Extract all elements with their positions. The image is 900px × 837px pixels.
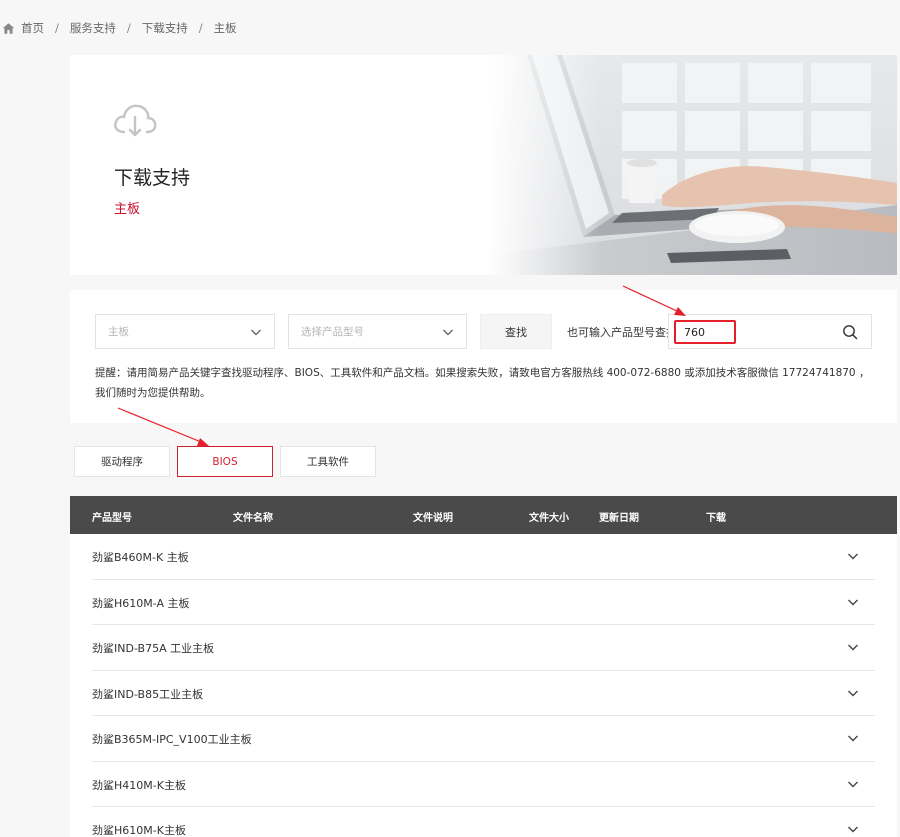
product-name: 劲鲨IND-B75A 工业主板: [92, 642, 215, 655]
chevron-down-icon[interactable]: [847, 687, 859, 699]
model-search-input[interactable]: 760: [674, 320, 736, 344]
category-select-value: 主板: [108, 326, 129, 338]
product-name: 劲鲨H410M-K主板: [92, 778, 186, 792]
breadcrumb-separator: /: [126, 21, 131, 35]
header-file-size: 文件大小: [529, 513, 569, 524]
chevron-down-icon[interactable]: [847, 732, 859, 744]
model-search-label: 也可输入产品型号查找: [567, 326, 677, 339]
laptop-typing-photo: [487, 55, 897, 275]
chevron-down-icon[interactable]: [847, 641, 859, 653]
table-row[interactable]: 劲鲨B365M-IPC_V100工业主板: [92, 716, 875, 762]
header-product-model: 产品型号: [92, 513, 132, 524]
breadcrumb-home[interactable]: 首页: [19, 20, 46, 36]
table-row[interactable]: 劲鲨IND-B75A 工业主板: [92, 625, 875, 671]
model-select-placeholder: 选择产品型号: [301, 326, 364, 338]
header-file-desc: 文件说明: [413, 513, 453, 524]
chevron-down-icon[interactable]: [847, 778, 859, 790]
tab-bios[interactable]: BIOS: [177, 446, 273, 477]
page-subtitle: 主板: [114, 202, 141, 217]
page-title: 下载支持: [114, 167, 191, 189]
breadcrumb-current: 主板: [213, 21, 237, 35]
product-name: 劲鲨B365M-IPC_V100工业主板: [92, 733, 252, 746]
header-update-date: 更新日期: [599, 513, 639, 524]
chevron-down-icon[interactable]: [847, 823, 859, 835]
breadcrumb-separator: /: [198, 21, 203, 35]
breadcrumb-separator: /: [55, 21, 59, 35]
header-download: 下载: [706, 513, 726, 524]
chevron-down-icon: [443, 329, 453, 336]
chevron-down-icon: [251, 329, 261, 336]
breadcrumb: 首页 / 服务支持 / 下载支持 / 主板: [2, 18, 239, 38]
model-search-field[interactable]: 760: [668, 314, 872, 349]
cloud-download-icon: [114, 104, 157, 137]
search-icon[interactable]: [842, 324, 858, 340]
product-name: 劲鲨H610M-K主板: [92, 824, 186, 837]
breadcrumb-download[interactable]: 下载支持: [140, 20, 190, 36]
product-name: 劲鲨H610M-A 主板: [92, 596, 190, 610]
table-header: 产品型号 文件名称 文件说明 文件大小 更新日期 下载: [70, 496, 897, 534]
search-tip: 提醒：请用简易产品关键字查找驱动程序、BIOS、工具软件和产品文档。如果搜索失败…: [95, 367, 870, 399]
home-icon[interactable]: [2, 22, 15, 35]
tab-drivers[interactable]: 驱动程序: [74, 446, 170, 477]
category-tabs: 驱动程序 BIOS 工具软件: [74, 446, 383, 477]
table-row[interactable]: 劲鲨B460M-K 主板: [92, 534, 875, 580]
category-select[interactable]: 主板: [95, 314, 275, 349]
chevron-down-icon[interactable]: [847, 550, 859, 562]
product-name: 劲鲨B460M-K 主板: [92, 551, 189, 564]
hero-banner: 下载支持 主板: [70, 55, 897, 275]
table-body: 劲鲨B460M-K 主板 劲鲨H610M-A 主板 劲鲨IND-B75A 工业主…: [70, 534, 897, 837]
table-row[interactable]: 劲鲨IND-B85工业主板: [92, 670, 875, 716]
product-name: 劲鲨IND-B85工业主板: [92, 687, 204, 701]
table-row[interactable]: 劲鲨H410M-K主板: [92, 761, 875, 807]
header-file-name: 文件名称: [233, 513, 273, 524]
breadcrumb-service[interactable]: 服务支持: [68, 20, 118, 36]
tab-tools[interactable]: 工具软件: [280, 446, 376, 477]
chevron-down-icon[interactable]: [847, 596, 859, 608]
model-select[interactable]: 选择产品型号: [288, 314, 467, 349]
download-table: 产品型号 文件名称 文件说明 文件大小 更新日期 下载 劲鲨B460M-K 主板…: [70, 496, 897, 837]
search-button[interactable]: 查找: [480, 314, 552, 349]
table-row[interactable]: 劲鲨H610M-K主板: [92, 807, 875, 837]
table-row[interactable]: 劲鲨H610M-A 主板: [92, 579, 875, 625]
search-panel: 主板 选择产品型号 查找 也可输入产品型号查找 760 提醒：请用简易产品关键字…: [70, 290, 897, 423]
